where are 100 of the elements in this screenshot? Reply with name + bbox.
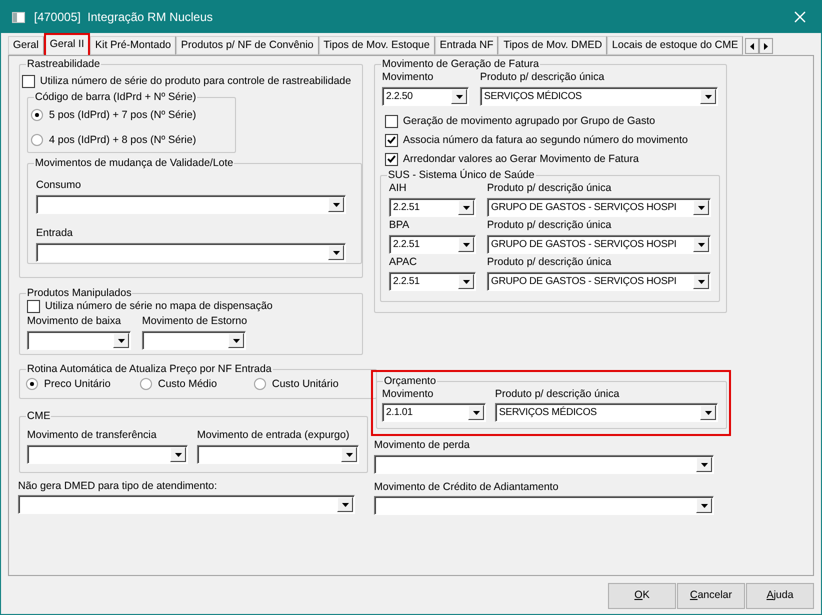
tab[interactable]: Tipos de Mov. Estoque xyxy=(318,36,435,55)
checkbox[interactable] xyxy=(385,134,398,146)
radio-button[interactable] xyxy=(140,378,152,390)
caret-icon xyxy=(704,410,712,414)
field-label: Movimento xyxy=(382,70,434,84)
radio-button[interactable] xyxy=(254,378,266,390)
dropdown-value: GRUPO DE GASTOS - SERVIÇOS HOSPI xyxy=(491,276,676,287)
field-label: Movimento de entrada (expurgo) xyxy=(197,428,350,442)
tab[interactable]: Locais de estoque do CME xyxy=(607,36,744,55)
dropdown-button[interactable] xyxy=(451,89,467,104)
dropdown-value: 2.2.51 xyxy=(393,276,420,287)
dropdown-button[interactable] xyxy=(328,197,344,212)
dropdown-button[interactable] xyxy=(693,274,709,289)
checkbox[interactable] xyxy=(385,152,398,166)
close-icon[interactable] xyxy=(794,11,806,23)
dropdown-value: 2.2.51 xyxy=(393,202,420,213)
field-label: APAC xyxy=(389,255,418,269)
field-label: Produto p/ descrição única xyxy=(487,255,612,269)
caret-icon xyxy=(462,280,470,284)
dropdown-button[interactable] xyxy=(328,245,344,260)
field-label: AIH xyxy=(389,181,408,195)
dropdown-value: SERVIÇOS MÉDICOS xyxy=(499,406,597,418)
dropdown-button[interactable] xyxy=(696,457,712,472)
scroll-left-button[interactable] xyxy=(745,38,760,54)
dropdown-field[interactable] xyxy=(374,496,714,515)
tab[interactable]: Geral II xyxy=(44,33,90,55)
caret-icon xyxy=(698,242,704,246)
right-arrow-icon xyxy=(764,42,768,50)
dropdown-button[interactable] xyxy=(337,497,353,512)
dropdown-field[interactable]: 2.2.51 xyxy=(389,272,476,291)
dropdown-button[interactable] xyxy=(458,200,474,215)
dropdown-button[interactable] xyxy=(696,498,712,513)
dropdown-button[interactable] xyxy=(458,237,474,252)
dropdown-field[interactable] xyxy=(142,331,246,350)
caret-icon xyxy=(700,504,708,508)
tab[interactable]: Geral xyxy=(8,36,44,55)
dropdown-field[interactable]: GRUPO DE GASTOS - SERVIÇOS HOSPI xyxy=(487,198,711,217)
dropdown-field[interactable] xyxy=(27,331,131,350)
tab[interactable]: Tipos de Mov. DMED xyxy=(498,36,608,55)
caret-icon xyxy=(174,452,182,456)
dropdown-field[interactable]: 2.2.50 xyxy=(382,87,469,106)
checkbox[interactable] xyxy=(27,300,40,312)
dropdown-field[interactable]: 2.2.51 xyxy=(389,235,476,254)
dropdown-field[interactable] xyxy=(18,495,355,514)
dropdown-value: 2.2.51 xyxy=(393,238,420,250)
checkbox-label: Arredondar valores ao Gerar Movimento de Fatura xyxy=(403,152,639,166)
caret-icon xyxy=(472,410,480,414)
dropdown-field[interactable] xyxy=(36,195,346,214)
dialog-button[interactable]: Ajuda xyxy=(746,583,814,609)
dropdown-button[interactable] xyxy=(693,237,709,252)
dropdown-button[interactable] xyxy=(700,89,716,104)
dropdown-button[interactable] xyxy=(693,200,709,215)
dropdown-field[interactable]: GRUPO DE GASTOS - SERVIÇOS HOSPI xyxy=(487,235,711,254)
field-label: Movimento de baixa xyxy=(27,314,122,328)
caret-icon xyxy=(332,202,340,206)
dialog-button[interactable]: OK xyxy=(608,583,676,609)
dropdown-button[interactable] xyxy=(228,333,244,348)
checkbox-label: Geração de movimento agrupado por Grupo de Gasto xyxy=(403,114,656,128)
caret-icon xyxy=(700,462,708,466)
dropdown-field[interactable] xyxy=(197,445,359,464)
scroll-right-button[interactable] xyxy=(759,38,774,54)
radio-button[interactable] xyxy=(31,134,43,146)
dialog-button[interactable]: Cancelar xyxy=(677,583,745,609)
dropdown-field[interactable]: SERVIÇOS MÉDICOS xyxy=(480,87,718,106)
dropdown-button[interactable] xyxy=(468,405,484,420)
dropdown-field[interactable]: 2.2.51 xyxy=(389,198,476,217)
tab[interactable]: Produtos p/ NF de Convênio xyxy=(176,36,318,55)
window-icon xyxy=(12,12,25,22)
tab[interactable]: Kit Pré-Montado xyxy=(90,36,176,55)
dropdown-button[interactable] xyxy=(700,405,716,420)
caret-icon xyxy=(456,94,462,98)
check-icon xyxy=(387,136,396,144)
dropdown-field[interactable] xyxy=(36,243,346,262)
dropdown-field[interactable]: 2.1.01 xyxy=(382,403,486,422)
field-label: Produto p/ descrição única xyxy=(480,70,606,84)
checkbox-label: Utiliza número de série no mapa de dispensação xyxy=(45,299,273,313)
dropdown-field[interactable] xyxy=(374,455,714,474)
dropdown-button[interactable] xyxy=(341,447,357,462)
dropdown-button[interactable] xyxy=(170,447,186,462)
radio-label: 4 pos (IdPrd) + 8 pos (Nº Série) xyxy=(49,133,196,147)
dropdown-field[interactable] xyxy=(27,445,188,464)
tab[interactable]: Entrada NF xyxy=(434,36,498,55)
dropdown-field[interactable]: SERVIÇOS MÉDICOS xyxy=(495,403,718,422)
field-label: Entrada xyxy=(36,226,74,240)
group-title: Movimentos de mudança de Validade/Lote xyxy=(35,157,234,169)
group-title: Rotina Automática de Atualiza Preço por NF Entrada xyxy=(27,363,272,375)
dropdown-field[interactable]: GRUPO DE GASTOS - SERVIÇOS HOSPI xyxy=(487,272,711,291)
dropdown-button[interactable] xyxy=(113,333,129,348)
dropdown-value: GRUPO DE GASTOS - SERVIÇOS HOSPI xyxy=(491,202,676,213)
checkbox[interactable] xyxy=(22,74,35,88)
caret-icon xyxy=(342,502,348,506)
caret-icon xyxy=(704,94,712,98)
group-title: SUS - Sistema Único de Saúde xyxy=(388,169,534,181)
caret-icon xyxy=(462,206,470,210)
radio-button[interactable] xyxy=(31,109,43,121)
dropdown-button[interactable] xyxy=(458,274,474,289)
radio-button[interactable] xyxy=(26,378,38,390)
checkbox[interactable] xyxy=(385,114,398,128)
field-label: Movimento de perda xyxy=(374,438,471,452)
caret-icon xyxy=(698,280,704,284)
